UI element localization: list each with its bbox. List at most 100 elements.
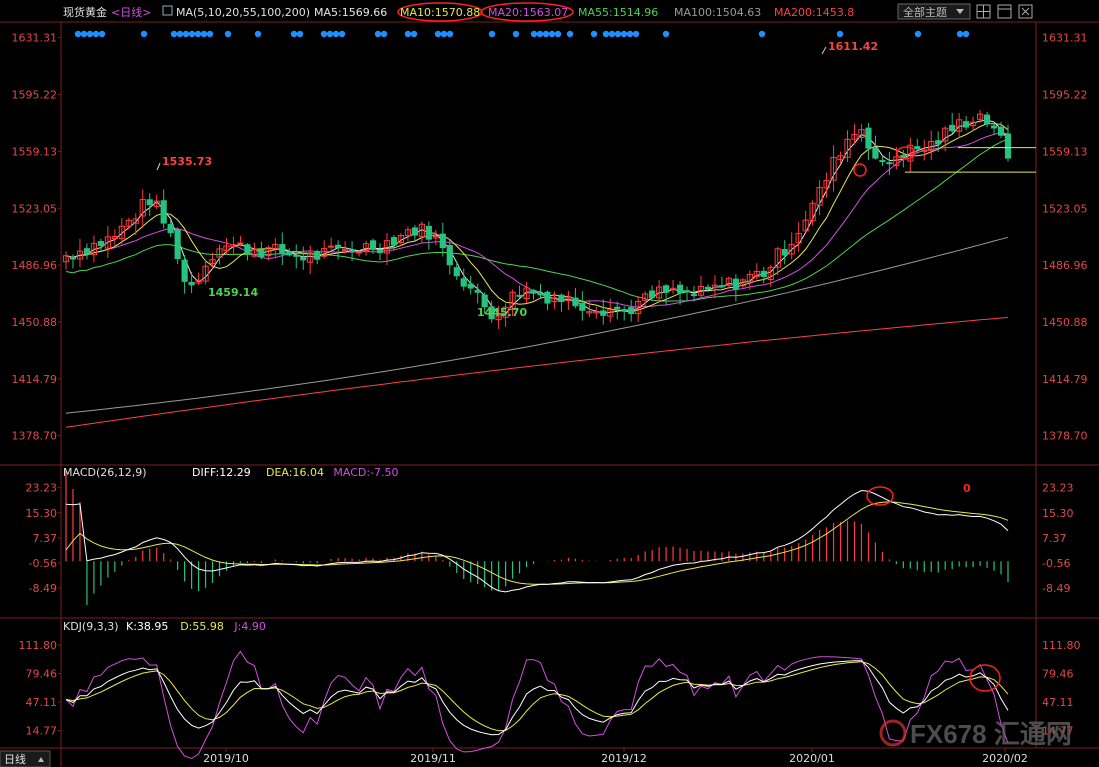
y-tick-label-left: 79.46 bbox=[26, 668, 58, 681]
y-tick-label-right: 7.37 bbox=[1042, 532, 1067, 545]
signal-dot bbox=[140, 30, 148, 38]
candle-body bbox=[516, 294, 523, 297]
signal-dot bbox=[200, 30, 208, 38]
candle-body bbox=[300, 257, 307, 261]
candle-body bbox=[244, 244, 251, 255]
candlestick-series[interactable] bbox=[62, 109, 1012, 329]
signal-dot bbox=[758, 30, 766, 38]
candle-body bbox=[732, 278, 739, 290]
watermark-text: FX678 汇通网 bbox=[910, 719, 1072, 749]
signal-dot bbox=[86, 30, 94, 38]
period-tab[interactable]: 日线 bbox=[0, 750, 51, 767]
legend-item: MACD:-7.50 bbox=[333, 466, 398, 479]
y-tick-label-left: 47.11 bbox=[26, 696, 58, 709]
signal-dot bbox=[188, 30, 196, 38]
y-tick-label-right: 1559.13 bbox=[1042, 145, 1088, 158]
candle-body bbox=[390, 237, 398, 246]
dea-line bbox=[65, 501, 1009, 585]
signal-dot bbox=[620, 30, 628, 38]
legend-item: J:4.90 bbox=[233, 620, 265, 633]
ma-label: MA(5,10,20,55,100,200) bbox=[176, 6, 310, 19]
macd-title: MACD(26,12,9) bbox=[63, 466, 147, 479]
y-tick-label-right: 23.23 bbox=[1042, 482, 1074, 495]
candle-body bbox=[990, 125, 998, 129]
candle-body bbox=[439, 233, 446, 249]
signal-dot bbox=[626, 30, 634, 38]
candle-body bbox=[460, 278, 467, 287]
signal-dot bbox=[80, 30, 88, 38]
signal-dot bbox=[176, 30, 184, 38]
candle-body bbox=[258, 249, 265, 258]
signal-dot bbox=[536, 30, 544, 38]
signal-dot bbox=[602, 30, 610, 38]
candle-body bbox=[718, 285, 726, 288]
candle-body bbox=[914, 146, 921, 150]
signal-dot bbox=[566, 30, 574, 38]
watermark-logo-icon bbox=[879, 719, 907, 747]
candle-body bbox=[886, 162, 893, 165]
candle-body bbox=[935, 140, 942, 145]
y-tick-label-left: 1378.70 bbox=[12, 430, 58, 443]
grid-icon[interactable] bbox=[976, 4, 991, 19]
candle-body bbox=[997, 126, 1005, 136]
annotation-leader bbox=[156, 162, 161, 171]
ma-value: MA5:1569.66 bbox=[314, 6, 387, 19]
x-axis-labels: 2019/10 2019/11 2019/12 2020/01 2020/02 bbox=[203, 748, 1028, 765]
candle-body bbox=[97, 241, 104, 246]
signal-dot bbox=[194, 30, 202, 38]
signal-dot bbox=[614, 30, 622, 38]
macd-panel[interactable]: 0 bbox=[65, 469, 1009, 606]
y-axis-labels: 1631.31 1631.31 1595.22 1595.22 1559.13 1559.… bbox=[12, 32, 1088, 738]
y-tick-label-left: -8.49 bbox=[29, 582, 57, 595]
legend-item: DEA:16.04 bbox=[266, 466, 324, 479]
price-annotation: 1445.70 bbox=[477, 306, 527, 319]
close-icon[interactable] bbox=[1018, 4, 1033, 19]
ma100-line bbox=[65, 236, 1009, 414]
period-tag[interactable]: <日线> bbox=[111, 5, 151, 19]
signal-dot bbox=[326, 30, 334, 38]
signal-dot bbox=[320, 30, 328, 38]
theme-select[interactable]: 全部主题 bbox=[897, 3, 971, 20]
y-tick-label-right: -8.49 bbox=[1042, 582, 1070, 595]
kdj-panel[interactable] bbox=[65, 650, 1009, 760]
signal-dot bbox=[512, 30, 520, 38]
signal-dot bbox=[914, 30, 922, 38]
signal-dot bbox=[374, 30, 382, 38]
window-icon[interactable] bbox=[997, 4, 1012, 19]
candle-body bbox=[279, 244, 286, 255]
ma-settings-icon[interactable] bbox=[162, 5, 173, 16]
y-tick-label-right: 15.30 bbox=[1042, 507, 1074, 520]
candle-body bbox=[69, 256, 77, 260]
candle-body bbox=[188, 281, 195, 286]
candle-body bbox=[683, 290, 691, 293]
candle-body bbox=[474, 289, 481, 293]
candle-body bbox=[921, 149, 928, 152]
y-tick-label-left: 15.30 bbox=[26, 507, 58, 520]
y-tick-label-right: 79.46 bbox=[1042, 668, 1074, 681]
signal-dot bbox=[404, 30, 412, 38]
candle-body bbox=[879, 160, 886, 163]
y-tick-label-right: 111.80 bbox=[1042, 639, 1081, 652]
signal-dot bbox=[542, 30, 550, 38]
x-tick-label: 2020/01 bbox=[789, 752, 835, 765]
y-tick-label-left: 7.37 bbox=[33, 532, 58, 545]
ma-value: MA100:1504.63 bbox=[674, 6, 761, 19]
signal-dot bbox=[836, 30, 844, 38]
candle-body bbox=[676, 284, 684, 294]
candle-body bbox=[335, 244, 342, 249]
candle-body bbox=[614, 306, 621, 310]
y-tick-label-left: 1559.13 bbox=[12, 145, 58, 158]
candle-body bbox=[160, 200, 167, 224]
candle-body bbox=[662, 285, 670, 293]
j-line bbox=[65, 650, 1009, 760]
signal-dot bbox=[92, 30, 100, 38]
y-tick-label-right: 47.11 bbox=[1042, 696, 1074, 709]
signal-dot bbox=[554, 30, 562, 38]
y-tick-label-right: -0.56 bbox=[1042, 557, 1070, 570]
candle-body bbox=[146, 199, 153, 206]
x-tick-label: 2019/10 bbox=[203, 752, 249, 765]
candle-body bbox=[181, 259, 188, 282]
ma-value: MA200:1453.8 bbox=[774, 6, 854, 19]
instrument-name: 现货黄金 bbox=[63, 5, 107, 19]
y-tick-label-left: 1595.22 bbox=[12, 89, 58, 102]
